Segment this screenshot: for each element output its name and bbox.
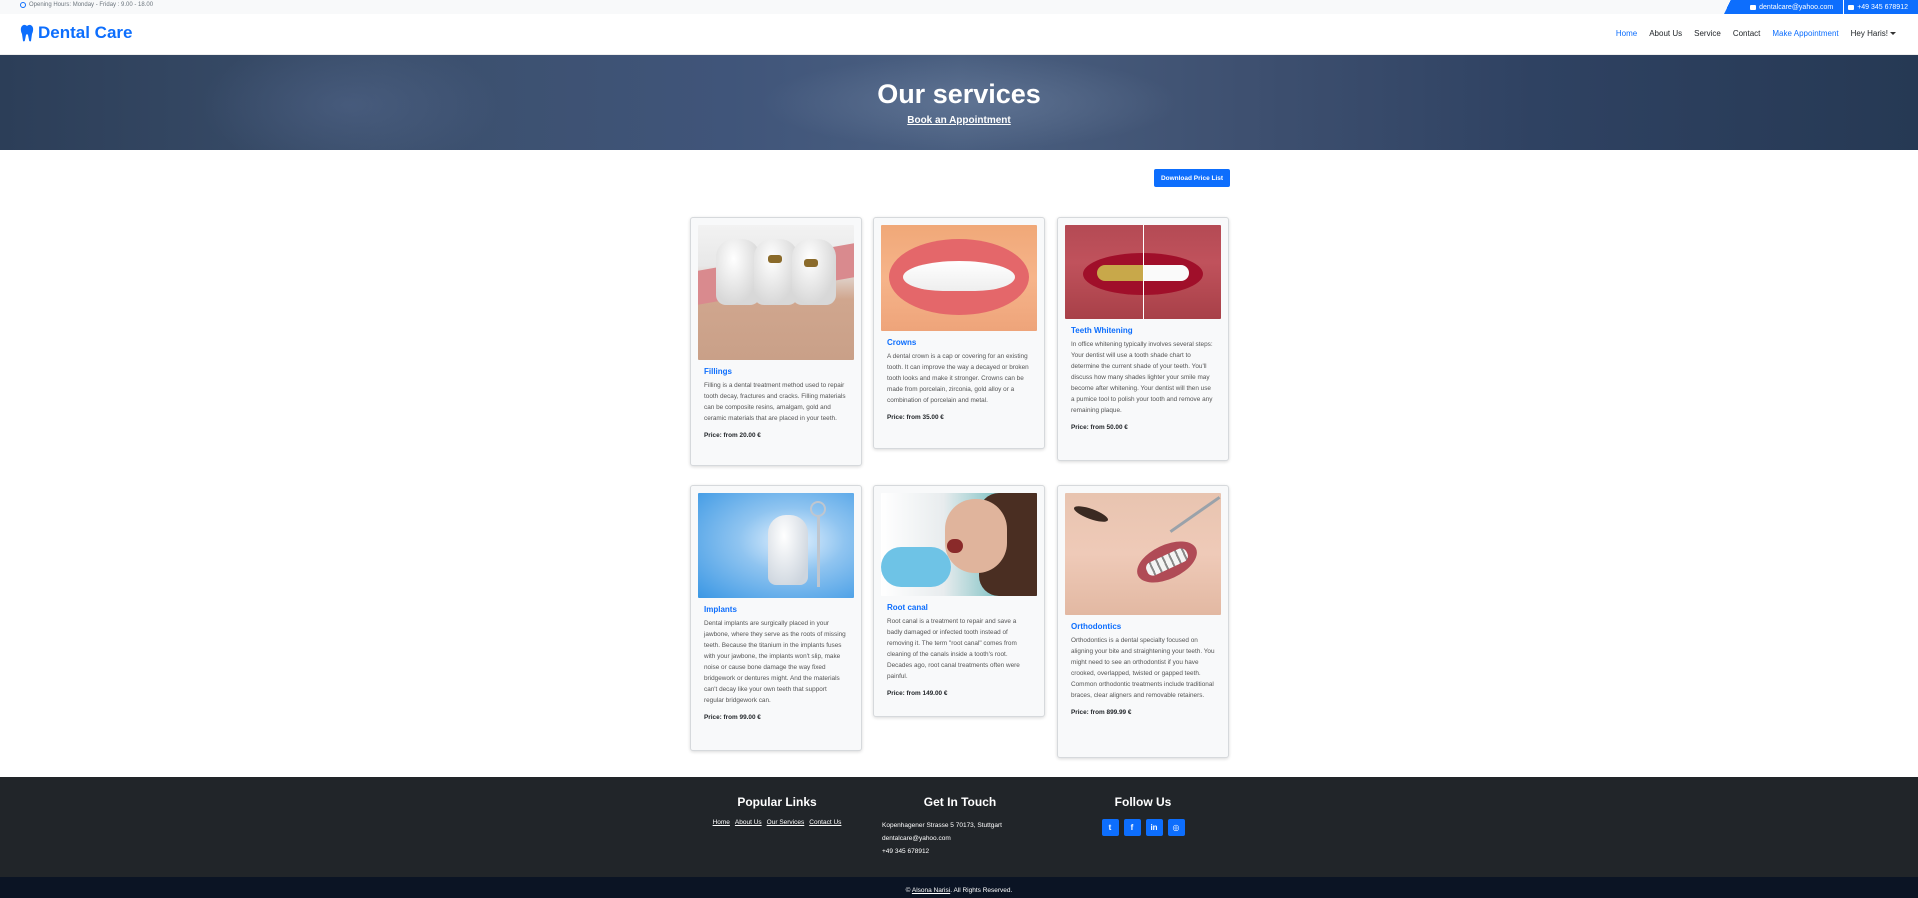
user-greeting: Hey Haris! xyxy=(1850,29,1888,38)
nav-home[interactable]: Home xyxy=(1616,29,1637,38)
root-canal-image xyxy=(881,493,1037,596)
footer: Popular Links Home About Us Our Services… xyxy=(0,777,1918,877)
service-description: Filling is a dental treatment method use… xyxy=(704,382,846,422)
service-card-root-canal: Root canal Root canal is a treatment to … xyxy=(873,485,1045,717)
download-price-list-button[interactable]: Download Price List xyxy=(1154,169,1230,187)
service-card-teeth-whitening: Teeth Whitening In office whitening typi… xyxy=(1057,217,1229,461)
brand-name: Dental Care xyxy=(38,23,133,42)
brand-logo[interactable]: Dental Care xyxy=(20,23,132,43)
service-card-orthodontics: Orthodontics Orthodontics is a dental sp… xyxy=(1057,485,1229,758)
footer-heading: Follow Us xyxy=(1114,795,1172,809)
nav-menu: Home About Us Service Contact Make Appoi… xyxy=(1616,29,1896,38)
top-contact: dentalcare@yahoo.com +49 345 678912 xyxy=(1716,0,1918,14)
footer-get-in-touch: Get In Touch Kopenhagener Strasse 5 7017… xyxy=(860,795,1060,858)
service-description: Root canal is a treatment to repair and … xyxy=(887,618,1020,680)
footer-link-services[interactable]: Our Services xyxy=(767,819,805,826)
nav-service[interactable]: Service xyxy=(1694,29,1721,38)
service-price: Price: from 99.00 € xyxy=(704,714,761,721)
top-info-bar: Opening Hours: Monday - Friday : 9.00 - … xyxy=(0,0,1918,14)
facebook-icon[interactable]: f xyxy=(1123,819,1141,836)
service-price: Price: from 899.99 € xyxy=(1071,709,1132,716)
service-description: Orthodontics is a dental specialty focus… xyxy=(1071,637,1215,699)
service-price: Price: from 35.00 € xyxy=(887,414,944,421)
hero-banner: Our services Book an Appointment xyxy=(0,55,1918,150)
footer-address: Kopenhagener Strasse 5 70173, Stuttgart xyxy=(882,822,1002,829)
footer-email[interactable]: dentalcare@yahoo.com xyxy=(882,832,1060,845)
service-title: Implants xyxy=(704,605,737,614)
footer-follow-us: Follow Us t f in ◎ xyxy=(1043,795,1243,836)
top-email[interactable]: dentalcare@yahoo.com xyxy=(1746,0,1844,14)
copyright-owner-link[interactable]: Alsona Narisi xyxy=(912,887,950,894)
page-title: Our services xyxy=(877,79,1041,109)
clock-icon xyxy=(20,2,26,8)
service-price: Price: from 149.00 € xyxy=(887,690,948,697)
main-navbar: Dental Care Home About Us Service Contac… xyxy=(0,14,1918,55)
nav-make-appointment[interactable]: Make Appointment xyxy=(1772,29,1838,38)
phone-icon xyxy=(1848,4,1855,10)
copyright-bar: © Alsona Narisi. All Rights Reserved. xyxy=(0,877,1918,898)
service-title: Root canal xyxy=(887,603,928,612)
tooth-icon xyxy=(20,24,34,42)
top-phone[interactable]: +49 345 678912 xyxy=(1844,0,1918,14)
footer-link-contact[interactable]: Contact Us xyxy=(809,819,841,826)
fillings-image xyxy=(698,225,854,360)
instagram-icon[interactable]: ◎ xyxy=(1167,819,1185,836)
service-title: Orthodontics xyxy=(1071,622,1122,631)
service-title: Crowns xyxy=(887,338,917,347)
linkedin-icon[interactable]: in xyxy=(1145,819,1163,836)
service-title: Fillings xyxy=(704,367,732,376)
footer-heading: Popular Links xyxy=(737,795,817,809)
footer-heading: Get In Touch xyxy=(923,795,997,809)
opening-hours: Opening Hours: Monday - Friday : 9.00 - … xyxy=(20,2,153,8)
service-card-crowns: Crowns A dental crown is a cap or coveri… xyxy=(873,217,1045,449)
orthodontics-image xyxy=(1065,493,1221,615)
opening-hours-text: Opening Hours: Monday - Friday : 9.00 - … xyxy=(29,2,154,8)
service-description: Dental implants are surgically placed in… xyxy=(704,620,846,704)
footer-link-home[interactable]: Home xyxy=(713,819,730,826)
footer-popular-links: Popular Links Home About Us Our Services… xyxy=(677,795,877,826)
nav-contact[interactable]: Contact xyxy=(1733,29,1761,38)
service-description: In office whitening typically involves s… xyxy=(1071,341,1213,414)
envelope-icon xyxy=(1750,4,1757,10)
twitter-icon[interactable]: t xyxy=(1101,819,1119,836)
teeth-whitening-image xyxy=(1065,225,1221,319)
service-description: A dental crown is a cap or covering for … xyxy=(887,353,1029,404)
book-appointment-link[interactable]: Book an Appointment xyxy=(0,115,1918,126)
footer-link-about[interactable]: About Us xyxy=(735,819,762,826)
service-card-implants: Implants Dental implants are surgically … xyxy=(690,485,862,751)
service-title: Teeth Whitening xyxy=(1071,326,1133,335)
nav-about[interactable]: About Us xyxy=(1649,29,1682,38)
crowns-image xyxy=(881,225,1037,331)
footer-phone[interactable]: +49 345 678912 xyxy=(882,845,1060,858)
service-price: Price: from 20.00 € xyxy=(704,432,761,439)
service-price: Price: from 50.00 € xyxy=(1071,424,1128,431)
caret-down-icon xyxy=(1890,32,1896,36)
user-menu-dropdown[interactable]: Hey Haris! xyxy=(1851,29,1896,38)
implants-image xyxy=(698,493,854,598)
service-card-fillings: Fillings Filling is a dental treatment m… xyxy=(690,217,862,466)
